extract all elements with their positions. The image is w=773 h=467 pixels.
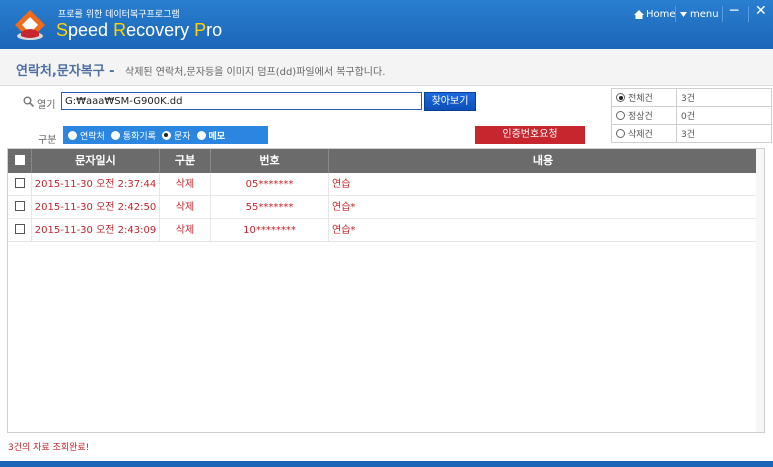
home-button[interactable]: Home <box>634 9 676 20</box>
stat-value: 0건 <box>676 106 772 125</box>
browse-button[interactable]: 찾아보기 <box>424 92 476 111</box>
file-path-input[interactable] <box>61 92 422 110</box>
app-title: Speed Recovery Pro <box>56 20 223 40</box>
category-label: 구분 <box>38 135 57 146</box>
row-datetime: 2015-11-30 오전 2:37:44 <box>32 173 160 196</box>
radio-icon[interactable] <box>616 129 625 138</box>
titlebar-divider <box>748 6 749 22</box>
grid-header: 문자일시 구분 번호 내용 <box>8 149 757 173</box>
column-header-number[interactable]: 번호 <box>211 149 329 173</box>
row-content: 연습 <box>332 179 351 190</box>
column-header-content[interactable]: 내용 <box>329 149 757 173</box>
app-subtitle: 프로를 위한 데이터복구프로그램 <box>58 10 180 20</box>
row-number: 05******* <box>211 173 329 196</box>
radio-icon <box>68 130 77 140</box>
row-number: 10******** <box>211 219 329 242</box>
auth-code-request-button[interactable]: 인증번호요청 <box>475 126 585 144</box>
app-logo-icon <box>15 10 45 40</box>
radio-icon[interactable] <box>616 93 625 102</box>
row-type: 삭제 <box>160 196 211 219</box>
titlebar-divider <box>675 6 676 22</box>
stats-table: 전체건 3건 정상건 0건 삭제건 3건 <box>611 88 772 143</box>
row-type: 삭제 <box>160 219 211 242</box>
row-datetime: 2015-11-30 오전 2:43:09 <box>32 219 160 242</box>
caret-down-icon <box>680 12 687 17</box>
menu-button[interactable]: menu <box>680 9 719 20</box>
row-datetime: 2015-11-30 오전 2:42:50 <box>32 196 160 219</box>
column-header-type[interactable]: 구분 <box>160 149 211 173</box>
menu-label: menu <box>690 9 719 20</box>
row-checkbox-cell <box>8 196 32 219</box>
minimize-button[interactable]: ─ <box>730 3 738 19</box>
radio-icon[interactable] <box>616 111 625 120</box>
radio-icon <box>161 130 171 140</box>
home-label: Home <box>646 9 676 20</box>
stat-label: 정상건 <box>628 112 653 122</box>
radio-icon <box>196 130 206 140</box>
radio-icon <box>110 130 120 140</box>
status-message: 3건의 자료 조회완료! <box>8 443 90 453</box>
category-option-memo[interactable]: 메모 <box>196 129 225 142</box>
titlebar-divider <box>722 6 723 22</box>
row-type: 삭제 <box>160 173 211 196</box>
category-radio-group: 연락처 통화기록 문자 메모 <box>63 126 268 144</box>
stat-value: 3건 <box>676 124 772 143</box>
row-checkbox[interactable] <box>14 178 25 188</box>
select-all-cell <box>8 149 32 173</box>
row-checkbox-cell <box>8 173 32 196</box>
page-title: 연락처,문자복구 - <box>16 64 115 79</box>
stat-row-deleted[interactable]: 삭제건 3건 <box>611 124 772 143</box>
title-bar: 프로를 위한 데이터복구프로그램 Speed Recovery Pro Home… <box>0 0 773 49</box>
close-button[interactable]: ✕ <box>755 3 767 19</box>
category-option-sms[interactable]: 문자 <box>161 129 191 142</box>
row-content: 연습* <box>332 202 356 213</box>
row-content: 연습* <box>332 225 356 236</box>
open-label: 열기 <box>37 100 56 111</box>
search-icon <box>23 96 34 107</box>
row-checkbox[interactable] <box>14 201 25 211</box>
home-icon <box>634 10 644 19</box>
row-checkbox-cell <box>8 219 32 242</box>
category-option-calls[interactable]: 통화기록 <box>110 129 156 142</box>
section-header: 연락처,문자복구 - 삭제된 연락처,문자등을 이미지 덤프(dd)파일에서 복… <box>0 49 773 86</box>
grid-scroll-area <box>756 149 764 432</box>
row-number: 55******* <box>211 196 329 219</box>
select-all-checkbox[interactable] <box>14 155 25 165</box>
message-grid: 문자일시 구분 번호 내용 2015-11-30 오전 2:37:44 삭제 0… <box>7 148 765 433</box>
row-checkbox[interactable] <box>14 224 25 234</box>
page-description: 삭제된 연락처,문자등을 이미지 덤프(dd)파일에서 복구합니다. <box>125 67 386 78</box>
stat-label: 전체건 <box>628 94 653 104</box>
stat-row-total[interactable]: 전체건 3건 <box>611 88 772 107</box>
category-option-contacts[interactable]: 연락처 <box>68 129 105 142</box>
stat-label: 삭제건 <box>628 130 653 140</box>
stat-row-normal[interactable]: 정상건 0건 <box>611 106 772 125</box>
table-row[interactable]: 2015-11-30 오전 2:37:44 삭제 05******* 연습 <box>8 173 757 196</box>
column-header-datetime[interactable]: 문자일시 <box>32 149 160 173</box>
table-row[interactable]: 2015-11-30 오전 2:43:09 삭제 10******** 연습* <box>8 219 757 242</box>
bottom-bar <box>0 461 773 467</box>
table-row[interactable]: 2015-11-30 오전 2:42:50 삭제 55******* 연습* <box>8 196 757 219</box>
stat-value: 3건 <box>676 88 772 107</box>
